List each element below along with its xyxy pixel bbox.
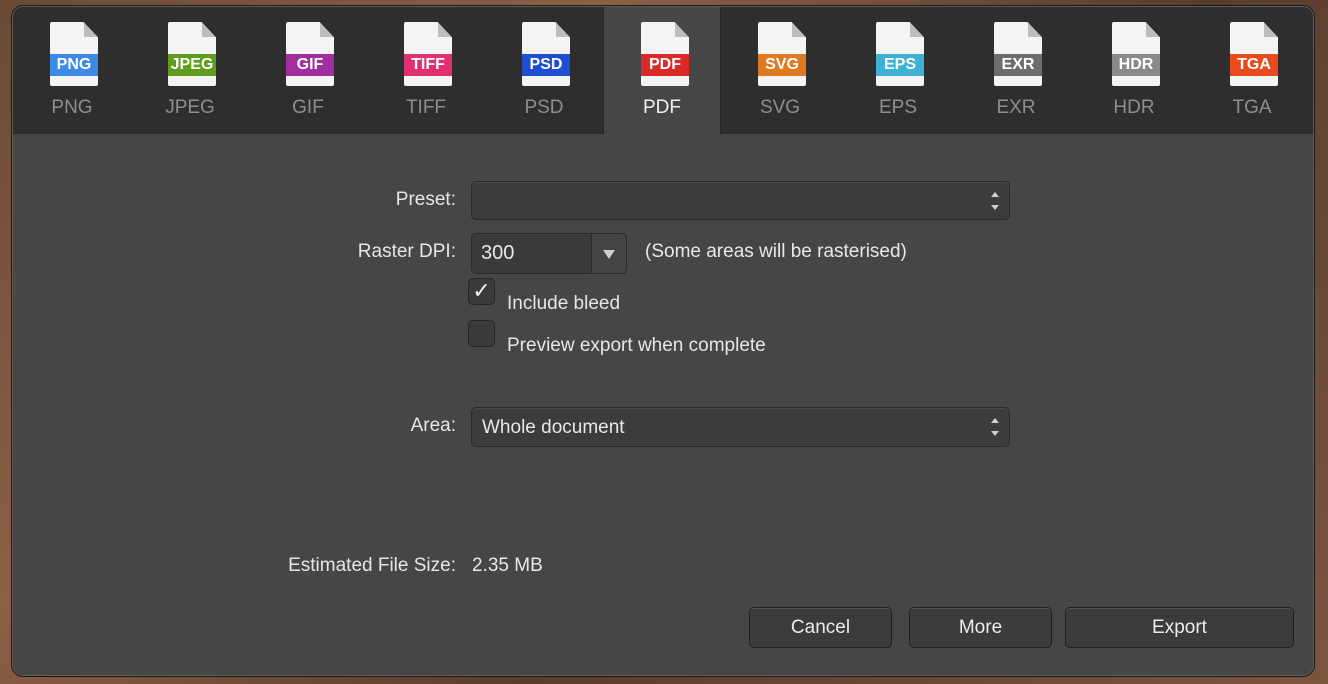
format-label: TGA (1232, 97, 1272, 118)
tga-file-icon: TGA (1230, 22, 1278, 86)
format-pdf[interactable]: PDF PDF (603, 7, 721, 134)
area-label: Area: (410, 415, 456, 436)
svg-file-icon: SVG (758, 22, 806, 86)
preset-select[interactable] (471, 181, 1010, 220)
format-label: GIF (292, 97, 324, 118)
more-button[interactable]: More (909, 607, 1052, 648)
raster-dpi-input[interactable] (472, 234, 592, 273)
include-bleed-label: Include bleed (507, 293, 621, 314)
preset-label: Preset: (395, 189, 456, 210)
format-label: TIFF (405, 97, 447, 118)
jpeg-file-icon: JPEG (168, 22, 216, 86)
format-png[interactable]: PNG PNG (13, 7, 131, 134)
updown-arrows-icon (991, 191, 999, 211)
eps-file-icon: EPS (876, 22, 924, 86)
checkmark-icon: ✓ (472, 278, 491, 303)
png-file-icon: PNG (50, 22, 98, 86)
format-toolbar: PNG PNG JPEG JPEG GIF GIF TIFF TIFF PSD … (13, 7, 1313, 134)
file-size-value: 2.35 MB (472, 555, 543, 576)
format-svg[interactable]: SVG SVG (721, 7, 839, 134)
pdf-file-icon: PDF (641, 22, 689, 86)
exr-file-icon: EXR (994, 22, 1042, 86)
export-dialog: PNG PNG JPEG JPEG GIF GIF TIFF TIFF PSD … (12, 6, 1314, 676)
preview-export-label: Preview export when complete (507, 335, 766, 356)
area-value: Whole document (482, 417, 625, 438)
raster-note: (Some areas will be rasterised) (645, 241, 907, 262)
format-eps[interactable]: EPS EPS (839, 7, 957, 134)
gif-file-icon: GIF (286, 22, 334, 86)
format-jpeg[interactable]: JPEG JPEG (131, 7, 249, 134)
format-label: HDR (1113, 97, 1155, 118)
format-tiff[interactable]: TIFF TIFF (367, 7, 485, 134)
format-psd[interactable]: PSD PSD (485, 7, 603, 134)
file-size-label: Estimated File Size: (288, 555, 456, 576)
export-button[interactable]: Export (1065, 607, 1294, 648)
cancel-button[interactable]: Cancel (749, 607, 892, 648)
chevron-down-icon[interactable] (591, 234, 626, 273)
preview-export-checkbox[interactable] (468, 320, 495, 347)
updown-arrows-icon (991, 417, 999, 437)
format-label: PNG (51, 97, 93, 118)
format-gif[interactable]: GIF GIF (249, 7, 367, 134)
format-hdr[interactable]: HDR HDR (1075, 7, 1193, 134)
raster-dpi-label: Raster DPI: (357, 241, 456, 262)
format-label: PDF (643, 97, 681, 118)
format-label: PSD (524, 97, 564, 118)
tiff-file-icon: TIFF (404, 22, 452, 86)
area-select[interactable]: Whole document (471, 407, 1010, 447)
hdr-file-icon: HDR (1112, 22, 1160, 86)
format-label: EPS (878, 97, 918, 118)
raster-dpi-combo[interactable] (471, 233, 627, 274)
psd-file-icon: PSD (522, 22, 570, 86)
include-bleed-checkbox[interactable]: ✓ (468, 278, 495, 305)
format-label: EXR (996, 97, 1036, 118)
format-label: SVG (759, 97, 801, 118)
format-tga[interactable]: TGA TGA (1193, 7, 1311, 134)
format-exr[interactable]: EXR EXR (957, 7, 1075, 134)
format-label: JPEG (165, 97, 215, 118)
